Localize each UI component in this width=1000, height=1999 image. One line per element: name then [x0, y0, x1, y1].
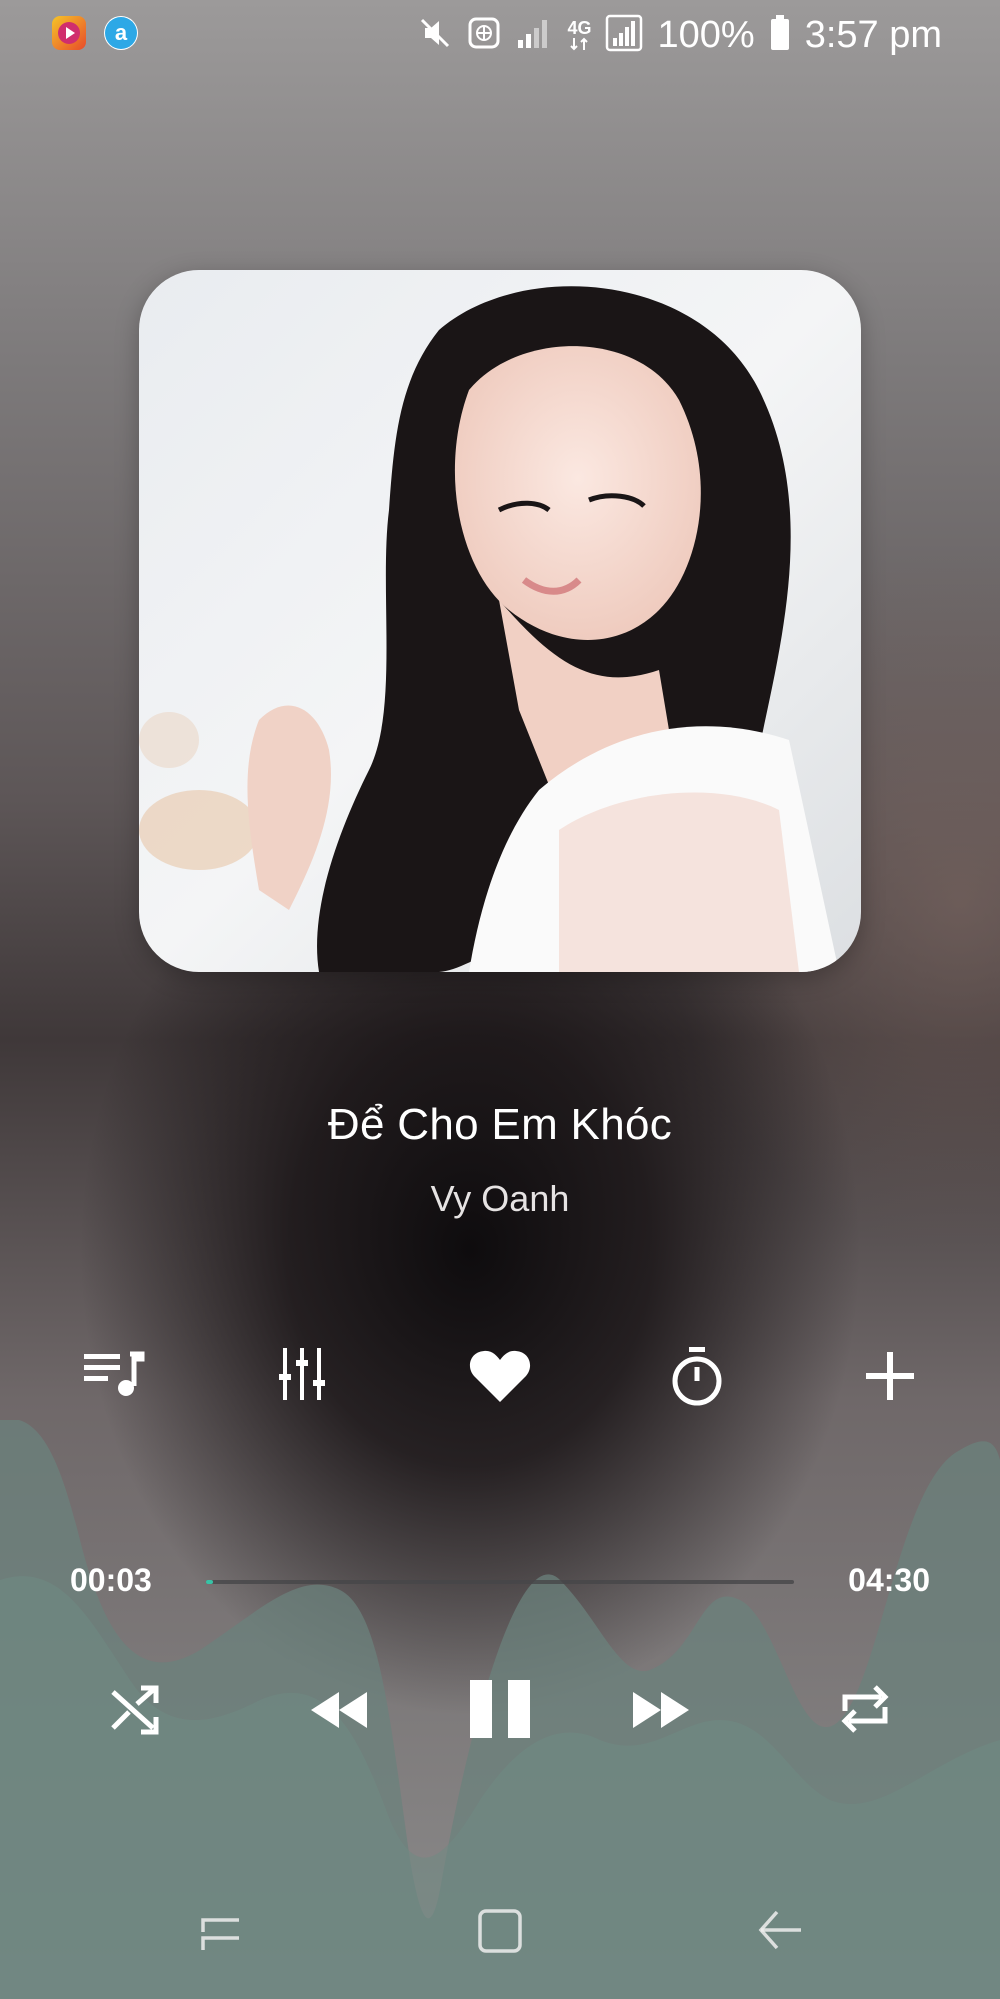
- recent-apps-icon[interactable]: [196, 1905, 246, 1955]
- mute-icon: [417, 15, 453, 56]
- signal-weak-icon: [515, 16, 553, 55]
- current-time: 00:03: [70, 1562, 152, 1598]
- singer-portrait: [139, 270, 861, 972]
- timer-icon[interactable]: [668, 1344, 726, 1408]
- svg-text:a: a: [115, 20, 128, 45]
- status-bar: a 4G 100% 3:57 pm: [0, 0, 1000, 70]
- battery-percent: 100%: [657, 13, 755, 56]
- fast-forward-icon[interactable]: [630, 1688, 692, 1732]
- home-icon[interactable]: [474, 1905, 526, 1957]
- song-artist: Vy Oanh: [430, 1178, 570, 1219]
- progress-bar[interactable]: [206, 1580, 794, 1584]
- song-title: Để Cho Em Khóc: [327, 1100, 673, 1149]
- battery-icon: [769, 14, 791, 57]
- shuffle-icon[interactable]: [108, 1683, 162, 1737]
- signal-icon: [605, 14, 643, 57]
- album-art: [139, 270, 861, 972]
- heart-icon[interactable]: [466, 1346, 534, 1406]
- total-time: 04:30: [848, 1562, 930, 1598]
- a-app-icon: a: [104, 16, 138, 50]
- repeat-icon[interactable]: [836, 1680, 894, 1738]
- video-app-icon: [52, 16, 86, 50]
- back-icon[interactable]: [754, 1905, 806, 1955]
- equalizer-icon[interactable]: [276, 1344, 328, 1404]
- add-icon[interactable]: [862, 1348, 918, 1404]
- clock: 3:57 pm: [804, 13, 942, 56]
- progress-fill: [206, 1580, 214, 1584]
- pause-icon[interactable]: [466, 1676, 534, 1742]
- playlist-icon[interactable]: [78, 1346, 148, 1402]
- globe-icon: [467, 16, 501, 55]
- 4g-icon: 4G: [567, 19, 591, 51]
- rewind-icon[interactable]: [308, 1688, 370, 1732]
